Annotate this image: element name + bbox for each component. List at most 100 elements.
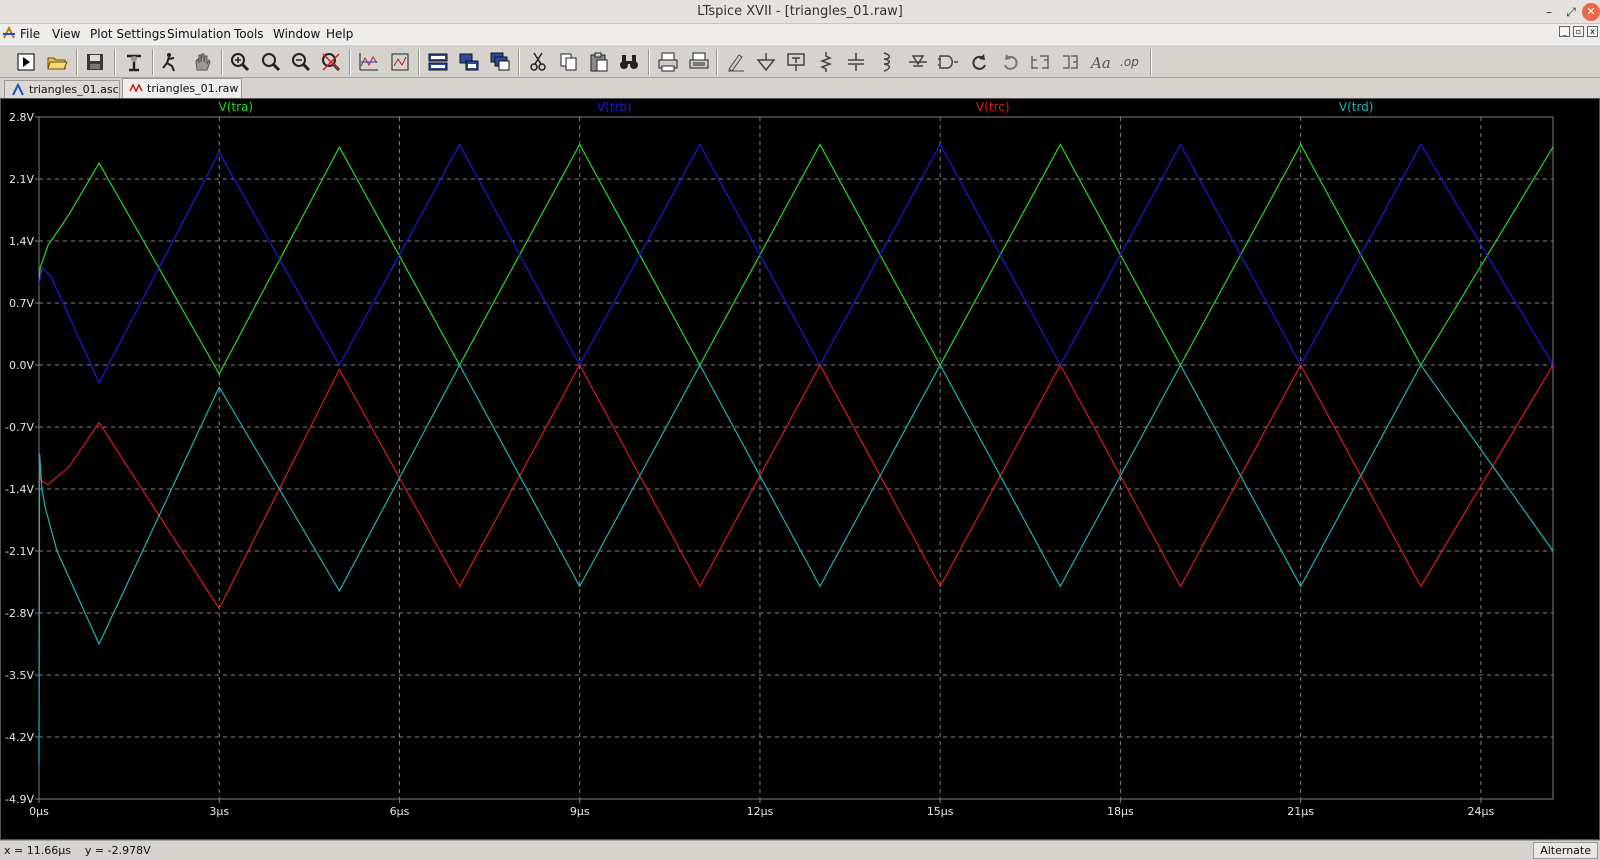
x-tick-label: 12µs [747, 805, 774, 818]
cut-button[interactable] [525, 49, 551, 75]
run-icon [17, 53, 35, 71]
draw-wire-button[interactable] [723, 49, 749, 75]
save-icon [87, 54, 103, 70]
y-tick-label: -3.5V [5, 669, 34, 682]
ground-button[interactable] [753, 49, 779, 75]
menu-help[interactable]: Help [326, 27, 353, 41]
ltspice-app-icon [3, 26, 15, 39]
capacitor-icon [848, 53, 864, 71]
zoom-in-button[interactable] [227, 49, 253, 75]
print-preview-button[interactable] [686, 49, 712, 75]
legend-label-vtrc[interactable]: V(trc) [976, 100, 1010, 114]
tile-horizontal-button[interactable] [425, 49, 451, 75]
document-tabs: triangles_01.asc triangles_01.raw [0, 78, 1600, 98]
cut-icon [530, 52, 546, 71]
resistor-icon [819, 52, 833, 72]
window-title: LTspice XVII - [triangles_01.raw] [697, 4, 903, 19]
paste-button[interactable] [586, 49, 612, 75]
capacitor-button[interactable] [843, 49, 869, 75]
edit-plot-button[interactable] [387, 49, 413, 75]
legend-label-vtra[interactable]: V(tra) [219, 100, 254, 114]
save-button[interactable] [82, 49, 108, 75]
menu-simulation[interactable]: Simulation [167, 27, 231, 41]
y-tick-label: 0.0V [9, 359, 34, 372]
tab-waveform[interactable]: triangles_01.raw [122, 78, 242, 98]
text-button[interactable]: Aa [1087, 49, 1113, 75]
menu-view[interactable]: View [52, 27, 80, 41]
zoom-in-icon [231, 53, 250, 72]
find-button[interactable] [616, 49, 642, 75]
legend-label-vtrb[interactable]: V(trb) [597, 100, 632, 114]
tile-vertical-icon [459, 53, 479, 71]
x-tick-label: 15µs [927, 805, 954, 818]
copy-button[interactable] [556, 49, 582, 75]
menu-window[interactable]: Window [273, 27, 320, 41]
menu-file[interactable]: File [20, 27, 40, 41]
zoom-out-button[interactable] [288, 49, 314, 75]
tile-vertical-button[interactable] [456, 49, 482, 75]
menu-bar: File View Plot Settings Simulation Tools… [0, 24, 1600, 44]
open-button[interactable] [44, 49, 70, 75]
y-tick-label: 2.1V [9, 173, 34, 186]
y-tick-label: -0.7V [5, 421, 34, 434]
minimize-button[interactable]: – [1540, 3, 1558, 21]
toolbar: Aa .op [0, 44, 1600, 78]
cascade-button[interactable] [487, 49, 513, 75]
draw-wire-icon [728, 54, 744, 72]
print-icon [658, 52, 678, 72]
copy-icon [560, 53, 577, 71]
print-preview-icon [689, 52, 709, 69]
svg-text:.op: .op [1120, 55, 1139, 69]
x-tick-label: 18µs [1107, 805, 1134, 818]
waveform-plot[interactable]: 2.8V 2.1V 1.4V 0.7V 0.0V -0.7V -1.4V -2.1V -2.8V… [1, 99, 1599, 839]
autorange-button[interactable] [356, 49, 382, 75]
maximize-button[interactable]: ⤢ [1562, 3, 1580, 21]
series-line-vtrc[interactable] [38, 363, 1554, 610]
mirror-icon [1004, 54, 1018, 70]
x-tick-label: 24µs [1468, 805, 1495, 818]
diode-button[interactable] [905, 49, 931, 75]
menu-tools[interactable]: Tools [234, 27, 264, 41]
rotate-icon [972, 54, 986, 70]
redo-icon [1063, 55, 1078, 69]
mirror-button[interactable] [997, 49, 1023, 75]
tab-schematic[interactable]: triangles_01.asc [4, 80, 120, 98]
mdi-restore-button[interactable]: ▫ [1573, 26, 1584, 37]
inductor-icon [883, 52, 890, 72]
svg-text:Aa: Aa [1089, 54, 1111, 72]
spice-directive-button[interactable]: .op [1117, 49, 1143, 75]
zoom-cancel-button[interactable] [318, 49, 344, 75]
mdi-close-button[interactable]: x [1587, 26, 1598, 37]
pan-hand-button[interactable] [189, 49, 215, 75]
mdi-minimize-button[interactable]: _ [1559, 26, 1570, 37]
tile-horizontal-icon [428, 53, 448, 71]
x-tick-label: 21µs [1287, 805, 1314, 818]
status-bar: x = 11.66µs y = -2.978V Alternate [0, 840, 1600, 860]
series-line-vtrb[interactable] [38, 143, 1554, 385]
print-button[interactable] [655, 49, 681, 75]
component-button[interactable] [935, 49, 961, 75]
zoom-out-icon [292, 53, 311, 72]
undo-button[interactable] [1027, 49, 1053, 75]
diode-icon [909, 55, 927, 67]
series-line-vtrd[interactable] [38, 363, 1554, 764]
waveform-viewer[interactable]: 2.8V 2.1V 1.4V 0.7V 0.0V -0.7V -1.4V -2.1V -2.8V… [0, 98, 1600, 840]
rotate-button[interactable] [967, 49, 993, 75]
legend-label-vtrd[interactable]: V(trd) [1339, 100, 1374, 114]
toolbar-separator [221, 49, 223, 75]
inductor-button[interactable] [873, 49, 899, 75]
close-button[interactable]: ✕ [1582, 3, 1600, 21]
mode-indicator: Alternate [1533, 842, 1598, 859]
x-tick-label: 6µs [390, 805, 410, 818]
resistor-button[interactable] [813, 49, 839, 75]
text-icon: Aa [1089, 54, 1111, 72]
cursor-coordinates: x = 11.66µs y = -2.978V [4, 844, 151, 857]
menu-plot-settings[interactable]: Plot Settings [90, 27, 166, 41]
tab-label: triangles_01.raw [147, 82, 239, 95]
redo-button[interactable] [1057, 49, 1083, 75]
zoom-area-button[interactable] [258, 49, 284, 75]
control-panel-button[interactable] [121, 49, 147, 75]
halt-button[interactable] [158, 49, 184, 75]
run-button[interactable] [13, 49, 39, 75]
label-net-button[interactable] [783, 49, 809, 75]
